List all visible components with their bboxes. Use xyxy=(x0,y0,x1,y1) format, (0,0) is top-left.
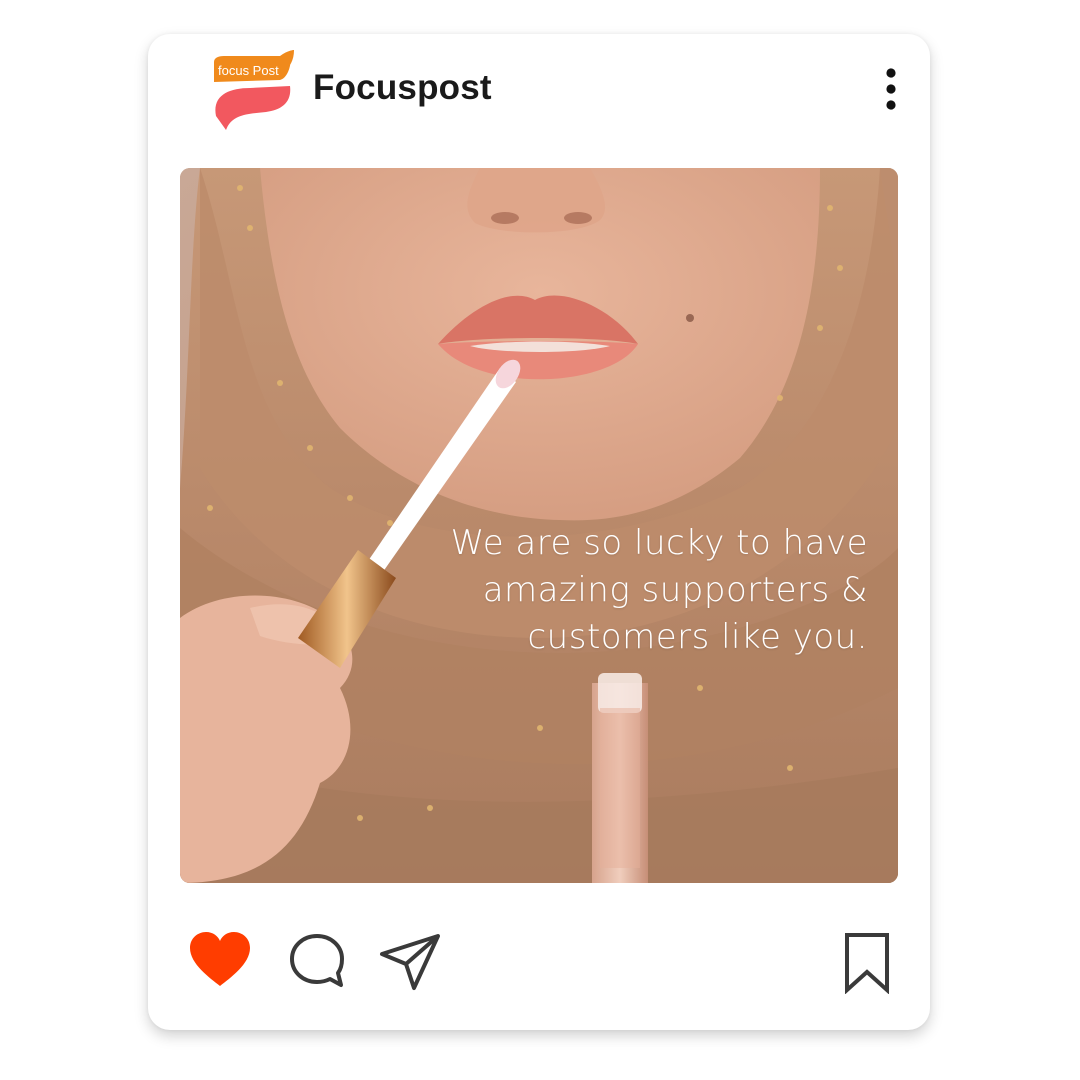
comment-bubble-icon xyxy=(290,934,344,987)
send-icon xyxy=(380,934,440,990)
heart-icon xyxy=(190,932,250,986)
share-button[interactable] xyxy=(378,932,442,992)
like-button[interactable] xyxy=(188,932,252,988)
post-image[interactable]: We are so lucky to have amazing supporte… xyxy=(180,168,898,883)
post-actions xyxy=(148,914,930,1014)
logo-text: focus Post xyxy=(218,63,279,78)
account-name[interactable]: Focuspost xyxy=(313,68,492,108)
post-card: focus Post Focuspost We are so lucky to … xyxy=(148,34,930,1030)
post-header: focus Post Focuspost xyxy=(148,34,930,154)
bookmark-icon xyxy=(845,933,889,994)
caption-line: We are so lucky to have xyxy=(450,523,868,563)
account-avatar[interactable]: focus Post xyxy=(210,50,296,136)
comment-button[interactable] xyxy=(288,932,346,990)
post-caption: We are so lucky to have amazing supporte… xyxy=(408,520,868,661)
more-options-button[interactable] xyxy=(876,68,906,110)
save-button[interactable] xyxy=(842,932,892,994)
caption-line: amazing supporters & xyxy=(482,570,868,610)
focuspost-logo-icon: focus Post xyxy=(214,50,294,130)
caption-line: customers like you. xyxy=(527,617,868,657)
more-vertical-icon xyxy=(886,68,896,110)
